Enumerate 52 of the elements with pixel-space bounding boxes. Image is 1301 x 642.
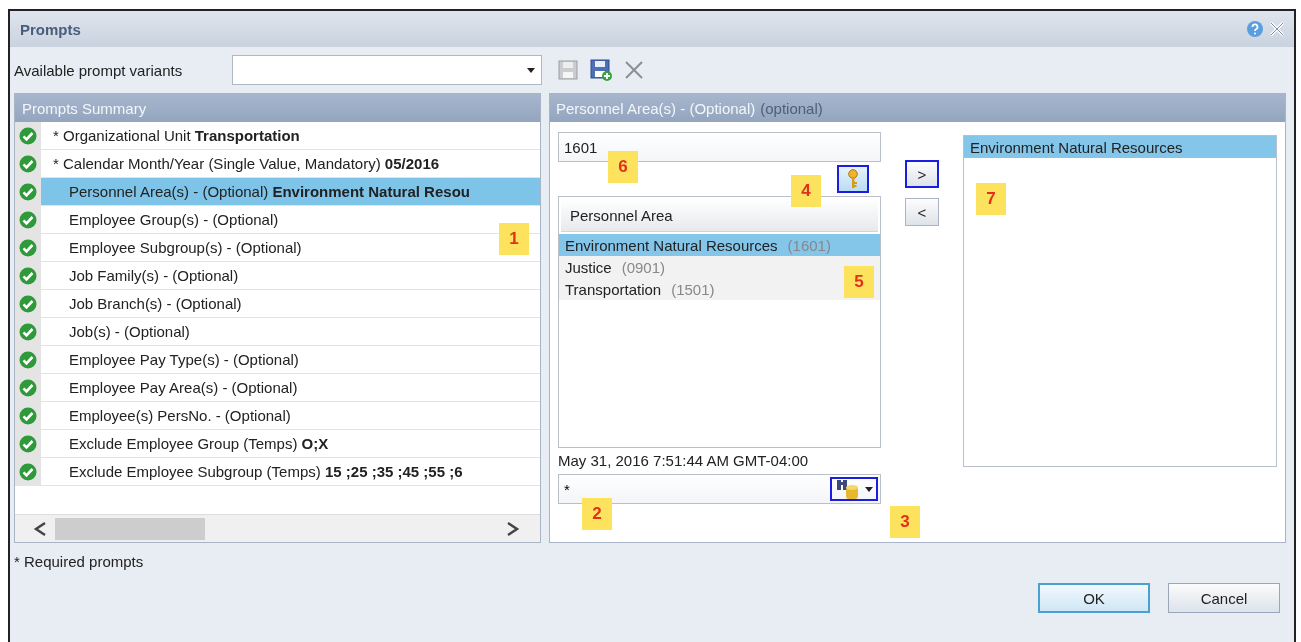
item-name: Justice [565, 258, 612, 276]
prompt-item[interactable]: Employee Subgroup(s) - (Optional) [41, 237, 302, 258]
item-code: (0901) [621, 258, 666, 276]
item-name: Environment Natural Resources [565, 236, 778, 254]
callout-number: 5 [844, 266, 874, 298]
caret-icon [865, 486, 873, 492]
binoculars-database-icon [835, 478, 861, 500]
scrollbar-thumb[interactable] [55, 517, 205, 540]
item-name: Transportation [565, 280, 662, 298]
field-label: Available prompt variants [14, 61, 184, 79]
prompt-item[interactable]: Job(s) - (Optional) [41, 321, 190, 342]
optional-note: (optional) [760, 99, 823, 117]
prompt-item[interactable]: * Organizational Unit Transportation [41, 125, 300, 146]
callout-number: 2 [582, 498, 612, 530]
save-icon[interactable] [558, 60, 578, 80]
filter-field[interactable]: * [564, 480, 570, 498]
item-code: (1601) [787, 236, 831, 254]
selected-item[interactable]: Environment Natural Resources [964, 136, 1276, 158]
prompt-item[interactable]: Employee Group(s) - (Optional) [41, 209, 279, 230]
prompt-item[interactable]: Employee Pay Area(s) - (Optional) [41, 377, 298, 398]
item-code: (1501) [671, 280, 715, 298]
close-icon[interactable] [1270, 22, 1284, 36]
dialog-button[interactable]: Cancel [1168, 583, 1280, 613]
prompt-item[interactable]: Employee(s) PersNo. - (Optional) [41, 405, 291, 426]
panel-title: Personnel Area(s) - (Optional) [556, 99, 756, 117]
save-as-icon[interactable] [590, 59, 612, 81]
callout-number: 7 [976, 183, 1006, 215]
key-button[interactable] [837, 165, 869, 193]
callout-number: 3 [890, 506, 920, 538]
prompt-item[interactable]: Employee Pay Type(s) - (Optional) [41, 349, 299, 370]
delete-icon[interactable] [624, 60, 644, 80]
callout-number: 6 [608, 151, 638, 183]
variant-dropdown[interactable] [232, 55, 542, 85]
panel-title: Prompts Summary [15, 94, 540, 122]
required-note: * Required prompts [14, 553, 145, 570]
dialog-button[interactable]: OK [1038, 583, 1150, 613]
list-item[interactable]: Environment Natural Resources (1601) [559, 234, 880, 256]
remove-button[interactable]: < [905, 198, 939, 226]
caret-icon [527, 67, 535, 73]
prompt-item[interactable]: * Calendar Month/Year (Single Value, Mandatory) 05/2016 [41, 153, 440, 174]
prompt-item[interactable]: Job Branch(s) - (Optional) [41, 293, 242, 314]
callout-number: 4 [791, 175, 821, 207]
prompt-item[interactable]: Exclude Employee Subgroup (Temps) 15 ;25 ;35 ;45 ;55 ;6 [41, 461, 463, 482]
callout-number: 1 [499, 223, 529, 255]
window-title: Prompts [20, 20, 81, 38]
help-icon[interactable] [1246, 20, 1264, 38]
prompt-item[interactable]: Exclude Employee Group (Temps) O;X [41, 433, 329, 454]
timestamp: May 31, 2016 7:51:44 AM GMT-04:00 [558, 452, 810, 471]
add-button[interactable]: > [905, 160, 939, 188]
key-icon [847, 169, 859, 189]
search-options-button[interactable] [830, 477, 878, 501]
prompt-item[interactable]: Job Family(s) - (Optional) [41, 265, 239, 286]
